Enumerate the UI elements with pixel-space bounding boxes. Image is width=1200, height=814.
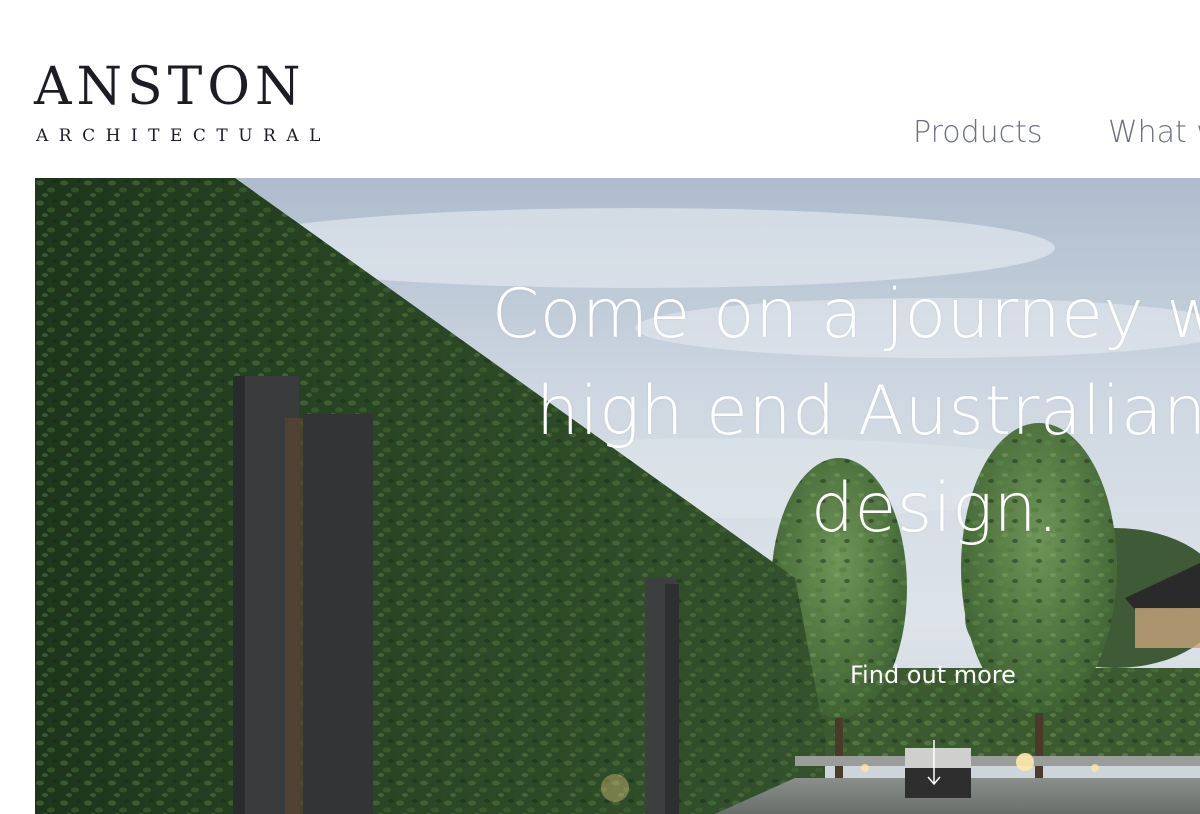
nav-item-products[interactable]: Products <box>913 114 1043 152</box>
find-out-more-link[interactable]: Find out more <box>850 660 1016 690</box>
logo-wordmark: ANSTON <box>34 57 306 117</box>
hero-banner: Come on a journey with u high end Austra… <box>35 178 1200 814</box>
arrow-down-icon[interactable] <box>926 740 942 786</box>
site-header: ANSTON ARCHITECTURAL Products What w <box>0 0 1200 178</box>
main-nav: Products What w <box>0 114 1200 154</box>
nav-item-what-we-do[interactable]: What w <box>1108 114 1200 152</box>
hero-headline: Come on a journey with u high end Austra… <box>491 275 1200 548</box>
